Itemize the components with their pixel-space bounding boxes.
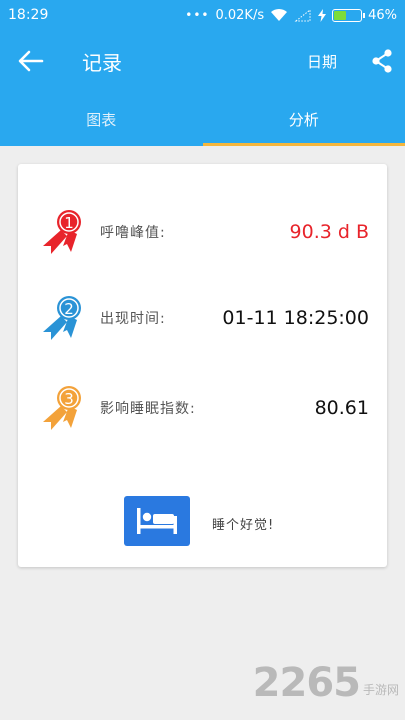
- share-button[interactable]: [359, 30, 405, 92]
- svg-text:2: 2: [64, 300, 74, 318]
- record-row-time: 2 出现时间: 01-11 18:25:00: [18, 288, 387, 348]
- date-button[interactable]: 日期: [307, 51, 337, 72]
- record-row-peak: 1 呼噜峰值: 90.3 d B: [18, 202, 387, 262]
- record-value: 80.61: [314, 397, 369, 419]
- watermark-number: 2265: [252, 660, 361, 706]
- sleep-label: 睡个好觉!: [212, 518, 275, 533]
- medal-icon: 2: [43, 296, 81, 340]
- record-label: 出现时间:: [100, 311, 166, 327]
- record-label: 影响睡眠指数:: [100, 401, 196, 417]
- network-speed: 0.02K/s: [215, 7, 265, 23]
- battery-icon: [332, 8, 366, 22]
- bolt-icon: [318, 8, 327, 22]
- tab-analysis[interactable]: 分析: [202, 92, 405, 146]
- signal-icon: [294, 8, 311, 21]
- wifi-icon: [271, 8, 288, 21]
- watermark-logo: 2265 手游网: [253, 660, 399, 706]
- app-bar: 记录 日期: [0, 30, 405, 92]
- sleep-button[interactable]: [124, 496, 190, 546]
- page-title: 记录: [82, 50, 122, 75]
- analysis-card: 1 呼噜峰值: 90.3 d B 2 出现时间: 01-11 18:25:00 …: [18, 164, 387, 567]
- battery-fill: [334, 10, 346, 20]
- svg-text:3: 3: [64, 390, 74, 408]
- notification-dots-icon: •••: [185, 8, 210, 22]
- record-row-index: 3 影响睡眠指数: 80.61: [18, 378, 387, 438]
- arrow-left-icon: [18, 50, 44, 72]
- medal-icon: 1: [43, 210, 81, 254]
- watermark-text: 手游网: [362, 683, 399, 697]
- bed-icon: [137, 508, 177, 534]
- record-value: 90.3 d B: [289, 221, 369, 243]
- tab-bar: 图表 分析: [0, 92, 405, 146]
- record-value: 01-11 18:25:00: [222, 307, 369, 329]
- status-bar: 18:29 ••• 0.02K/s 46%: [0, 0, 405, 30]
- back-button[interactable]: [0, 30, 62, 92]
- status-right: ••• 0.02K/s 46%: [185, 8, 397, 23]
- status-time: 18:29: [8, 7, 49, 23]
- share-icon: [372, 49, 392, 73]
- svg-text:1: 1: [64, 214, 74, 232]
- battery-percent: 46%: [368, 7, 397, 23]
- record-label: 呼噜峰值:: [100, 225, 166, 241]
- tab-chart[interactable]: 图表: [0, 92, 203, 146]
- medal-icon: 3: [43, 386, 81, 430]
